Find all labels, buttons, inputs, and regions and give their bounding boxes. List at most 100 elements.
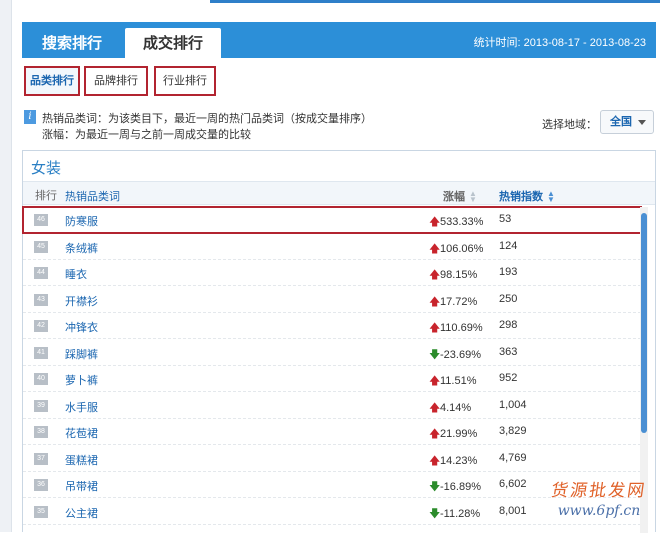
subtab-brand-ranking[interactable]: 品牌排行 bbox=[84, 66, 148, 96]
growth-cell: 🡅110.69% bbox=[429, 319, 483, 338]
hot-index-value: 193 bbox=[499, 266, 518, 278]
keyword-link[interactable]: 公主裙 bbox=[65, 505, 98, 521]
rank-badge: 45 bbox=[34, 240, 48, 253]
hot-index-value: 8,001 bbox=[499, 504, 527, 517]
arrow-up-icon: 🡅 bbox=[429, 216, 441, 228]
growth-cell: 🡇-16.89% bbox=[429, 478, 481, 497]
table-row[interactable]: 43 开襟衫 🡅17.72% 250 bbox=[23, 287, 641, 313]
region-selected-value: 全国 bbox=[610, 115, 632, 128]
arrow-up-icon: 🡅 bbox=[429, 322, 441, 334]
subtab-industry-ranking[interactable]: 行业排行 bbox=[154, 66, 216, 96]
keyword-link[interactable]: 踩脚裤 bbox=[65, 346, 98, 362]
arrow-up-icon: 🡅 bbox=[429, 269, 441, 281]
keyword-link[interactable]: 蛋糕裙 bbox=[65, 452, 98, 468]
table-row[interactable]: 41 踩脚裤 🡇-23.69% 363 bbox=[23, 340, 641, 366]
stat-period: 统计时间: 2013-08-17 - 2013-08-23 bbox=[473, 37, 646, 49]
tab-search-ranking[interactable]: 搜索排行 bbox=[32, 28, 112, 58]
rank-badge: 35 bbox=[34, 505, 48, 518]
column-growth[interactable]: 涨幅 ▲ ▼ bbox=[443, 188, 477, 204]
arrow-up-icon: 🡅 bbox=[429, 428, 441, 440]
column-growth-label: 涨幅 bbox=[443, 191, 465, 203]
arrow-down-icon: 🡇 bbox=[429, 507, 441, 520]
table-row[interactable]: 42 冲锋衣 🡅110.69% 298 bbox=[23, 313, 641, 339]
hot-index-value: 4,769 bbox=[499, 451, 527, 464]
table-row[interactable]: 39 水手服 🡅4.14% 1,004 bbox=[23, 393, 641, 419]
subtab-category-ranking[interactable]: 品类排行 bbox=[24, 66, 80, 96]
keyword-link[interactable]: 开襟衫 bbox=[65, 293, 98, 309]
tab-deal-ranking[interactable]: 成交排行 bbox=[125, 28, 221, 58]
region-label: 选择地域： bbox=[542, 118, 597, 131]
growth-value: 4.14% bbox=[440, 401, 472, 414]
hot-index-value: 298 bbox=[499, 319, 518, 331]
table-row[interactable]: 40 萝卜裤 🡅11.51% 952 bbox=[23, 366, 641, 392]
growth-cell: 🡅4.14% bbox=[429, 399, 471, 418]
keyword-link[interactable]: 冲锋衣 bbox=[65, 319, 98, 335]
hot-index-value: 952 bbox=[499, 372, 518, 384]
hot-index-value: 53 bbox=[499, 213, 512, 225]
growth-cell: 🡇-11.28% bbox=[429, 505, 480, 524]
growth-value: 533.33% bbox=[440, 216, 484, 228]
watermark-title: 货源批发网 bbox=[549, 481, 648, 501]
growth-cell: 🡅17.72% bbox=[429, 293, 477, 312]
rank-badge: 42 bbox=[34, 320, 48, 332]
table-row[interactable]: 38 花苞裙 🡅21.99% 3,829 bbox=[23, 419, 641, 445]
growth-cell: 🡅21.99% bbox=[429, 425, 477, 444]
table-row[interactable]: 46 防寒服 🡅533.33% 53 bbox=[22, 206, 642, 234]
info-icon: i bbox=[24, 110, 36, 124]
column-keyword: 热销品类词 bbox=[65, 190, 120, 203]
sort-icon[interactable]: ▲ ▼ bbox=[469, 190, 477, 204]
growth-cell: 🡅11.51% bbox=[429, 372, 477, 391]
hot-index-value: 3,829 bbox=[499, 425, 527, 437]
growth-value: -16.89% bbox=[440, 481, 481, 493]
arrow-down-icon: 🡇 bbox=[429, 481, 441, 493]
growth-value: -23.69% bbox=[440, 348, 481, 361]
keyword-link[interactable]: 吊带裙 bbox=[65, 478, 98, 494]
growth-value: 17.72% bbox=[440, 295, 478, 308]
keyword-link[interactable]: 水手服 bbox=[65, 399, 98, 415]
table-row[interactable]: 45 条绒裤 🡅106.06% 124 bbox=[23, 234, 641, 260]
keyword-link[interactable]: 防寒服 bbox=[65, 213, 98, 229]
keyword-link[interactable]: 花苞裙 bbox=[65, 425, 98, 441]
growth-value: 14.23% bbox=[440, 454, 478, 467]
watermark-url: www.6pf.cn bbox=[557, 503, 641, 519]
table-header: 排行 热销品类词 涨幅 ▲ ▼ 热销指数 ▲ ▼ bbox=[23, 181, 655, 205]
growth-cell: 🡇-23.69% bbox=[429, 346, 481, 365]
column-hot-label: 热销指数 bbox=[499, 191, 543, 203]
rank-badge: 43 bbox=[34, 293, 48, 306]
keyword-link[interactable]: 睡衣 bbox=[65, 266, 87, 282]
ranking-panel: 女装 排行 热销品类词 涨幅 ▲ ▼ 热销指数 ▲ ▼ 46 防寒服 🡅533.33% 53 4… bbox=[22, 150, 656, 533]
table-row[interactable]: 44 睡衣 🡅98.15% 193 bbox=[23, 260, 641, 286]
growth-value: 110.69% bbox=[440, 322, 483, 334]
arrow-up-icon: 🡅 bbox=[429, 454, 441, 467]
rank-badge: 44 bbox=[34, 267, 48, 279]
arrow-down-icon: 🡇 bbox=[429, 348, 441, 361]
hot-index-value: 6,602 bbox=[499, 478, 527, 490]
left-sidebar-edge bbox=[0, 0, 12, 532]
arrow-up-icon: 🡅 bbox=[429, 375, 441, 387]
rank-badge: 37 bbox=[34, 452, 48, 465]
region-select[interactable]: 全国 bbox=[600, 110, 654, 134]
table-row[interactable]: 37 蛋糕裙 🡅14.23% 4,769 bbox=[23, 446, 641, 472]
info-text-keyword: 热销品类词：为该类目下，最近一周的热门品类词（按成交量排序） bbox=[42, 112, 372, 125]
keyword-link[interactable]: 萝卜裤 bbox=[65, 372, 98, 388]
hot-index-value: 1,004 bbox=[499, 398, 527, 411]
ranking-header: 搜索排行 成交排行 统计时间: 2013-08-17 - 2013-08-23 bbox=[22, 22, 656, 58]
growth-value: 106.06% bbox=[440, 242, 484, 255]
rank-badge: 46 bbox=[34, 214, 48, 226]
growth-value: 98.15% bbox=[440, 269, 478, 281]
keyword-link[interactable]: 条绒裤 bbox=[65, 240, 98, 256]
chevron-down-icon bbox=[638, 120, 646, 125]
rank-badge: 39 bbox=[34, 399, 48, 412]
column-hot-index[interactable]: 热销指数 ▲ ▼ bbox=[499, 188, 555, 204]
growth-value: 11.51% bbox=[440, 375, 477, 387]
panel-title: 女装 bbox=[31, 159, 62, 177]
info-text-growth: 涨幅：为最近一周与之前一周成交量的比较 bbox=[42, 128, 251, 141]
growth-cell: 🡅14.23% bbox=[429, 452, 477, 471]
arrow-up-icon: 🡅 bbox=[429, 401, 441, 414]
growth-value: 21.99% bbox=[440, 428, 478, 440]
scrollbar-thumb[interactable] bbox=[641, 213, 647, 433]
arrow-up-icon: 🡅 bbox=[429, 295, 441, 308]
top-accent-line bbox=[210, 0, 660, 3]
hot-index-value: 363 bbox=[499, 345, 518, 358]
sort-icon[interactable]: ▲ ▼ bbox=[547, 190, 555, 204]
